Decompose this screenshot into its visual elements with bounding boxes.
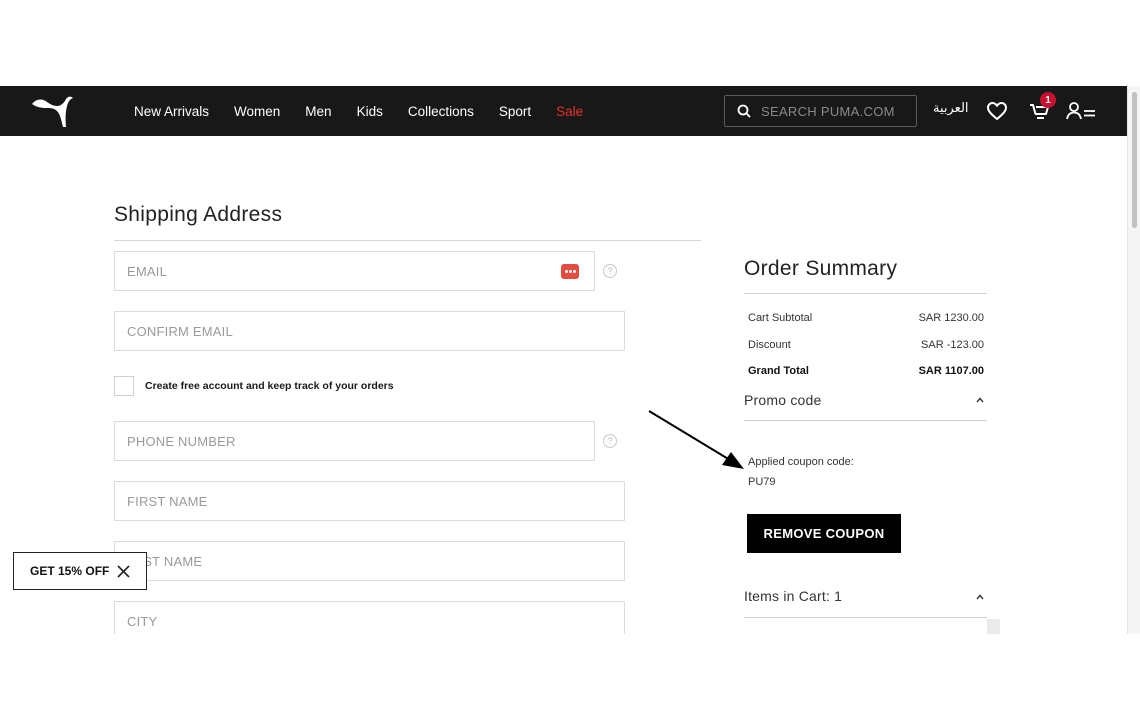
items-scroll-area[interactable] <box>987 619 1000 634</box>
cart-count-badge: 1 <box>1040 92 1056 108</box>
chevron-up-icon[interactable] <box>976 593 984 601</box>
email-help-icon[interactable]: ? <box>603 264 617 278</box>
create-account-label: Create free account and keep track of yo… <box>145 380 394 392</box>
last-name-input[interactable] <box>115 542 624 580</box>
phone-help-icon[interactable]: ? <box>603 434 617 448</box>
email-input[interactable] <box>115 252 594 290</box>
main-nav: New Arrivals Women Men Kids Collections … <box>134 86 608 136</box>
discount-row: Discount SAR -123.00 <box>748 339 984 351</box>
shipping-address-heading: Shipping Address <box>114 203 283 226</box>
page-viewport: New Arrivals Women Men Kids Collections … <box>0 86 1140 634</box>
grand-total-row: Grand Total SAR 1107.00 <box>748 365 984 377</box>
applied-coupon-label: Applied coupon code: <box>748 456 854 468</box>
cart-subtotal-value: SAR 1230.00 <box>918 312 984 324</box>
order-summary-heading: Order Summary <box>744 257 898 280</box>
nav-collections[interactable]: Collections <box>408 104 474 119</box>
close-icon[interactable] <box>117 564 130 578</box>
promo-code-toggle[interactable]: Promo code <box>744 392 821 408</box>
confirm-email-input[interactable] <box>115 312 624 350</box>
first-name-field[interactable] <box>114 481 625 521</box>
items-divider <box>744 617 987 618</box>
annotation-arrow-icon <box>648 410 744 469</box>
discount-popup-label: GET 15% OFF <box>30 564 110 578</box>
phone-number-field[interactable] <box>114 421 595 461</box>
applied-coupon-code: PU79 <box>748 476 776 488</box>
heart-icon[interactable] <box>985 99 1009 123</box>
confirm-email-field[interactable] <box>114 311 625 351</box>
discount-label: Discount <box>748 339 791 351</box>
order-summary-divider <box>744 293 987 294</box>
cart-subtotal-label: Cart Subtotal <box>748 312 813 324</box>
page-scrollbar[interactable] <box>1127 86 1140 634</box>
first-name-input[interactable] <box>115 482 624 520</box>
nav-sport[interactable]: Sport <box>499 104 531 119</box>
email-field[interactable] <box>114 251 595 291</box>
chevron-up-icon[interactable] <box>976 396 984 404</box>
grand-total-label: Grand Total <box>748 365 809 377</box>
nav-women[interactable]: Women <box>234 104 280 119</box>
top-nav-bar: New Arrivals Women Men Kids Collections … <box>0 86 1127 136</box>
nav-sale[interactable]: Sale <box>556 104 583 119</box>
language-switch[interactable]: العربية <box>933 101 969 116</box>
search-icon <box>737 104 751 118</box>
nav-men[interactable]: Men <box>305 104 331 119</box>
promo-code-divider <box>744 420 987 421</box>
search-input[interactable] <box>761 103 911 119</box>
discount-value: SAR -123.00 <box>921 339 984 351</box>
nav-new-arrivals[interactable]: New Arrivals <box>134 104 209 119</box>
discount-popup[interactable]: GET 15% OFF <box>13 552 147 590</box>
remove-coupon-button[interactable]: REMOVE COUPON <box>747 514 901 553</box>
grand-total-value: SAR 1107.00 <box>918 365 984 377</box>
shipping-divider <box>114 240 701 241</box>
items-in-cart-toggle[interactable]: Items in Cart: 1 <box>744 588 842 604</box>
nav-kids[interactable]: Kids <box>357 104 383 119</box>
create-account-checkbox[interactable] <box>114 376 134 396</box>
cart-subtotal-row: Cart Subtotal SAR 1230.00 <box>748 312 984 324</box>
city-field[interactable] <box>114 601 625 634</box>
search-box[interactable] <box>724 95 917 127</box>
city-input[interactable] <box>115 602 624 634</box>
last-name-field[interactable] <box>114 541 625 581</box>
phone-number-input[interactable] <box>115 422 594 460</box>
puma-logo-icon[interactable] <box>30 94 74 128</box>
password-manager-icon[interactable] <box>561 264 579 279</box>
account-menu-icon[interactable] <box>1066 99 1096 123</box>
scrollbar-thumb[interactable] <box>1132 92 1137 228</box>
